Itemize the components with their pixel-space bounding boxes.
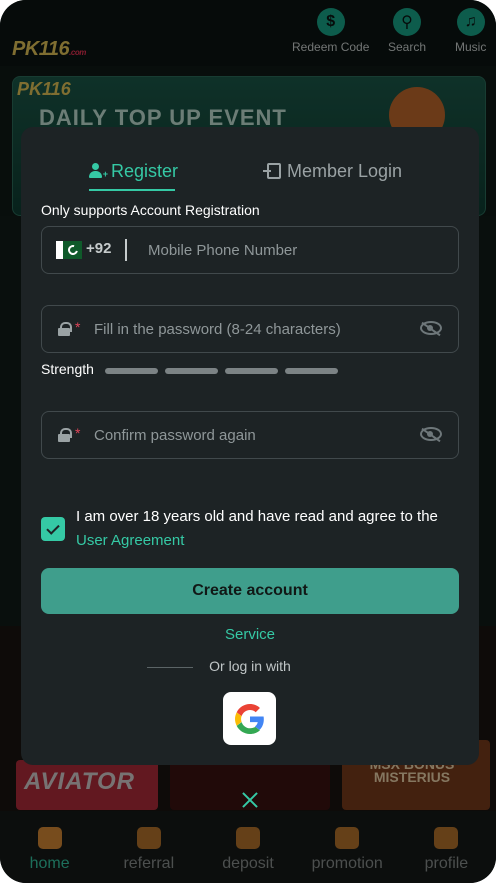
or-login-divider: Or log in with: [147, 658, 353, 678]
close-icon[interactable]: [240, 790, 260, 810]
pakistan-flag-icon[interactable]: [56, 241, 82, 259]
add-user-icon: +: [89, 163, 108, 179]
create-account-button[interactable]: Create account: [41, 568, 459, 614]
agreement-checkbox[interactable]: [41, 517, 65, 541]
active-tab-indicator: [89, 189, 175, 191]
confirm-password-field: *: [41, 411, 459, 459]
or-login-label: Or log in with: [209, 658, 291, 674]
required-mark: *: [75, 319, 81, 335]
divider: [125, 239, 127, 261]
tab-register[interactable]: + Register: [89, 155, 178, 187]
eye-off-icon[interactable]: [420, 321, 442, 335]
strength-meter: [105, 368, 338, 374]
confirm-password-input[interactable]: [94, 412, 404, 458]
tab-login-label: Member Login: [287, 160, 403, 181]
tab-register-label: Register: [111, 160, 179, 181]
agreement-text: I am over 18 years old and have read and…: [76, 505, 456, 553]
country-code[interactable]: +92: [86, 240, 111, 257]
tab-member-login[interactable]: Member Login: [263, 155, 403, 187]
phone-input[interactable]: [148, 227, 448, 273]
service-link[interactable]: Service: [21, 626, 479, 643]
password-field: *: [41, 305, 459, 353]
app-screen: PK116.com $ Redeem Code ⚲ Search ♫ Music…: [0, 0, 496, 883]
lock-icon: [58, 428, 72, 442]
strength-bar: [105, 368, 158, 374]
strength-bar: [165, 368, 218, 374]
required-mark: *: [75, 425, 81, 441]
user-agreement-link[interactable]: User Agreement: [76, 532, 184, 549]
strength-label: Strength: [41, 361, 94, 377]
lock-icon: [58, 322, 72, 336]
register-modal: + Register Member Login Only supports Ac…: [21, 127, 479, 765]
agreement-statement: I am over 18 years old and have read and…: [76, 508, 438, 525]
eye-off-icon[interactable]: [420, 427, 442, 441]
registration-note: Only supports Account Registration: [41, 202, 260, 218]
strength-bar: [285, 368, 338, 374]
divider-line: [147, 667, 193, 668]
login-icon: [263, 163, 281, 179]
auth-tabs: + Register Member Login: [21, 155, 479, 195]
password-input[interactable]: [94, 306, 404, 352]
google-login-button[interactable]: [223, 692, 276, 745]
strength-bar: [225, 368, 278, 374]
google-icon: [234, 703, 264, 734]
phone-field: +92: [41, 226, 459, 274]
